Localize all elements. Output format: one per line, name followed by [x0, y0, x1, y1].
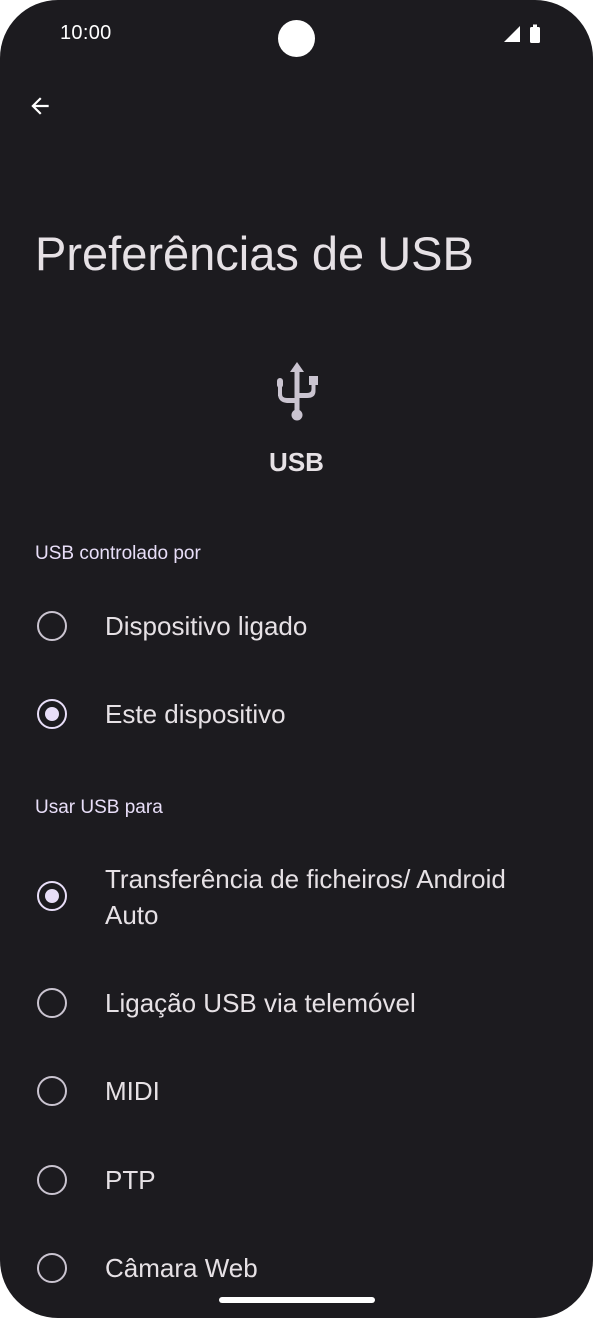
option-label: MIDI [105, 1076, 160, 1106]
option-webcam[interactable]: Câmara Web [0, 1240, 593, 1296]
status-icons [504, 24, 540, 43]
radio-button[interactable] [37, 988, 67, 1018]
phone-screen: 10:00 Preferências de USB USB USB contro… [0, 0, 593, 1318]
status-bar: 10:00 [0, 0, 593, 70]
option-usb-tethering[interactable]: Ligação USB via telemóvel [0, 975, 593, 1031]
battery-icon [530, 27, 540, 43]
radio-button-selected[interactable] [37, 881, 67, 911]
option-label: Ligação USB via telemóvel [105, 988, 416, 1018]
option-label: PTP [105, 1165, 156, 1195]
radio-button[interactable] [37, 1253, 67, 1283]
status-clock: 10:00 [60, 22, 112, 44]
page-title: Preferências de USB [35, 227, 474, 280]
usb-label: USB [269, 447, 324, 477]
option-dispositivo-ligado[interactable]: Dispositivo ligado [0, 598, 593, 654]
camera-cutout [278, 20, 315, 57]
option-este-dispositivo[interactable]: Este dispositivo [0, 686, 593, 742]
back-button[interactable] [18, 84, 62, 128]
option-ptp[interactable]: PTP [0, 1152, 593, 1208]
option-label: Dispositivo ligado [105, 611, 308, 641]
radio-button-selected[interactable] [37, 699, 67, 729]
signal-icon [504, 26, 520, 42]
arrow-back-icon [31, 97, 49, 115]
section-header-usb-controlled-by: USB controlado por [35, 543, 201, 564]
radio-button[interactable] [37, 1076, 67, 1106]
option-file-transfer[interactable]: Transferência de ficheiros/ Android Auto [0, 858, 593, 938]
option-label: Câmara Web [105, 1253, 258, 1283]
option-label: Este dispositivo [105, 699, 286, 729]
radio-button[interactable] [37, 611, 67, 641]
radio-button[interactable] [37, 1165, 67, 1195]
option-midi[interactable]: MIDI [0, 1063, 593, 1119]
usb-icon [277, 362, 318, 421]
section-header-use-usb-for: Usar USB para [35, 797, 163, 818]
option-label: Transferência de ficheiros/ Android Auto [105, 864, 506, 930]
home-indicator[interactable] [219, 1297, 375, 1303]
